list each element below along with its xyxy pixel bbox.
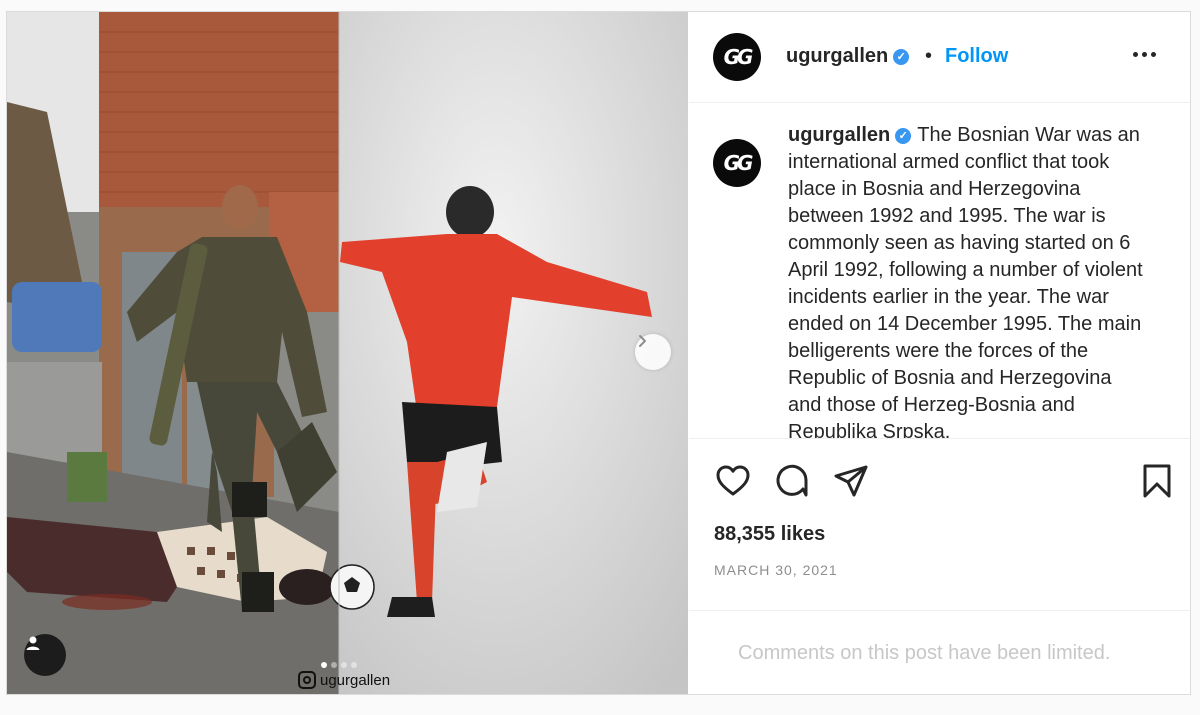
author-username-link[interactable]: ugurgallen ✓ [786, 45, 910, 68]
instagram-logo-icon [298, 671, 316, 689]
author-avatar[interactable]: GG [713, 33, 761, 81]
post-date[interactable]: MARCH 30, 2021 [714, 562, 838, 578]
chevron-right-icon [639, 335, 646, 347]
more-horizontal-icon [1133, 52, 1138, 57]
caption-username[interactable]: ugurgallen [788, 124, 890, 146]
carousel-indicator [321, 662, 357, 668]
author-username: ugurgallen [786, 45, 889, 67]
instagram-post: ugurgallen GG ugurgallen ✓ • Follow GG ug… [6, 11, 1191, 695]
next-media-button[interactable] [635, 334, 671, 370]
likes-count[interactable]: 88,355 likes [714, 523, 825, 546]
carousel-dot [351, 662, 357, 668]
like-button[interactable] [714, 462, 752, 500]
follow-button[interactable]: Follow [945, 45, 1008, 68]
comments-limited-notice: Comments on this post have been limited. [738, 642, 1111, 664]
carousel-dot-active [321, 662, 327, 668]
header-separator: • [925, 45, 933, 67]
image-watermark: ugurgallen [298, 669, 390, 691]
save-button[interactable] [1138, 462, 1176, 500]
user-tag-icon [26, 636, 40, 650]
avatar-logo: GG [723, 45, 754, 69]
more-options-button[interactable] [1133, 52, 1159, 60]
tagged-users-button[interactable] [24, 634, 66, 676]
caption-text: The Bosnian War was an international arm… [788, 124, 1143, 439]
carousel-dot [341, 662, 347, 668]
caption-scroll-area[interactable]: GG ugurgallen ✓ The Bosnian War was an int… [689, 103, 1190, 439]
carousel-dot [331, 662, 337, 668]
watermark-text: ugurgallen [320, 671, 391, 689]
verified-badge-icon: ✓ [893, 48, 910, 65]
comments-section: Comments on this post have been limited. [689, 610, 1190, 695]
post-header: GG ugurgallen ✓ • Follow [689, 12, 1190, 103]
comment-button[interactable] [773, 462, 811, 500]
caption-author-avatar[interactable]: GG [713, 139, 761, 187]
post-media[interactable]: ugurgallen [7, 12, 688, 694]
post-caption: ugurgallen ✓ The Bosnian War was an intern… [788, 122, 1148, 439]
post-image [7, 12, 688, 694]
verified-badge-icon: ✓ [895, 127, 912, 144]
post-sidebar: GG ugurgallen ✓ • Follow GG ugurgallen ✓ Th… [689, 12, 1190, 694]
post-actions-bar [689, 454, 1190, 504]
share-button[interactable] [832, 462, 870, 500]
avatar-logo: GG [723, 151, 754, 175]
